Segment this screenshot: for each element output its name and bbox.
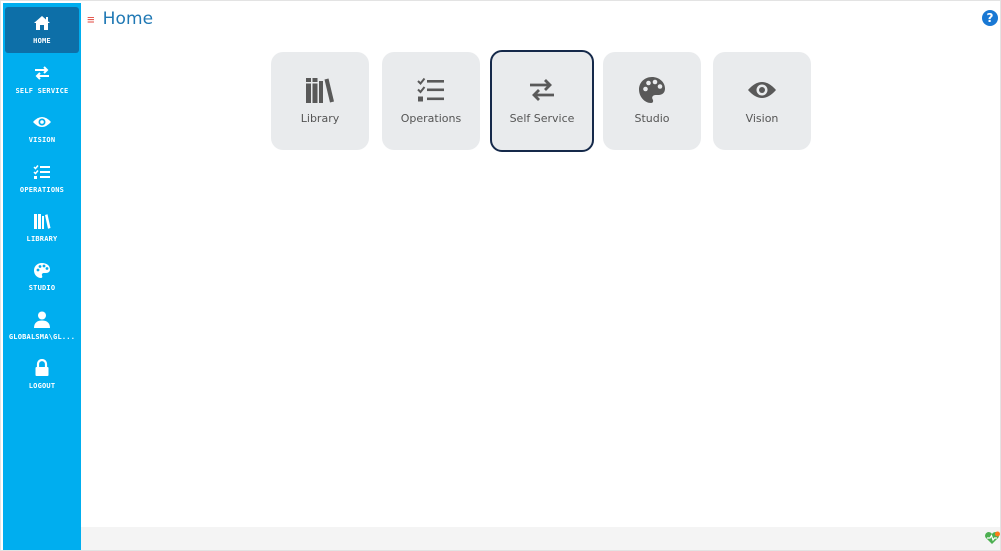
sidebar-item-self-service[interactable]: SELF SERVICE bbox=[5, 57, 79, 103]
eye-icon bbox=[32, 113, 52, 131]
page-title: Home bbox=[102, 9, 154, 29]
sidebar-item-label: LOGOUT bbox=[28, 382, 56, 390]
sidebar-item-logout[interactable]: LOGOUT bbox=[5, 352, 79, 398]
sidebar-item-home[interactable]: HOME bbox=[5, 7, 79, 53]
user-icon bbox=[32, 310, 52, 328]
help-icon[interactable]: ? bbox=[982, 10, 998, 26]
exchange-arrows-icon bbox=[32, 64, 52, 82]
tile-self-service[interactable]: Self Service bbox=[490, 50, 594, 152]
app-window: HOME SELF SERVICE VISION OPERATIONS LIBR bbox=[0, 0, 1001, 551]
sidebar-item-library[interactable]: LIBRARY bbox=[5, 205, 79, 251]
home-icon bbox=[32, 14, 52, 32]
checklist-icon bbox=[32, 163, 52, 181]
tile-library[interactable]: Library bbox=[271, 52, 369, 150]
tile-label: Vision bbox=[745, 112, 779, 125]
checklist-icon bbox=[416, 76, 446, 104]
sidebar-item-label: STUDIO bbox=[28, 284, 56, 292]
health-status-icon bbox=[984, 531, 1000, 545]
sidebar-item-operations[interactable]: OPERATIONS bbox=[5, 156, 79, 202]
sidebar-item-user[interactable]: GLOBALSMA\GL... bbox=[5, 303, 79, 349]
page-header: ≡ Home bbox=[87, 7, 153, 31]
sidebar-item-label: HOME bbox=[33, 37, 51, 45]
palette-icon bbox=[637, 76, 667, 104]
sidebar-item-label: LIBRARY bbox=[26, 235, 58, 243]
tile-operations[interactable]: Operations bbox=[382, 52, 480, 150]
lock-icon bbox=[32, 359, 52, 377]
menu-toggle-icon[interactable]: ≡ bbox=[87, 13, 95, 26]
sidebar-item-label: VISION bbox=[28, 136, 56, 144]
eye-icon bbox=[747, 76, 777, 104]
sidebar-item-label: GLOBALSMA\GL... bbox=[8, 333, 76, 341]
tile-studio[interactable]: Studio bbox=[603, 52, 701, 150]
books-icon bbox=[32, 212, 52, 230]
tile-label: Operations bbox=[400, 112, 462, 125]
footer-bar bbox=[81, 527, 1000, 550]
tile-label: Self Service bbox=[509, 112, 575, 125]
sidebar-item-studio[interactable]: STUDIO bbox=[5, 254, 79, 300]
tile-label: Studio bbox=[634, 112, 670, 125]
sidebar-item-vision[interactable]: VISION bbox=[5, 106, 79, 152]
sidebar-item-label: SELF SERVICE bbox=[15, 87, 69, 95]
palette-icon bbox=[32, 261, 52, 279]
tile-vision[interactable]: Vision bbox=[713, 52, 811, 150]
sidebar-item-label: OPERATIONS bbox=[19, 186, 65, 194]
exchange-arrows-icon bbox=[527, 76, 557, 104]
tile-label: Library bbox=[300, 112, 340, 125]
books-icon bbox=[305, 76, 335, 104]
sidebar: HOME SELF SERVICE VISION OPERATIONS LIBR bbox=[3, 3, 81, 550]
